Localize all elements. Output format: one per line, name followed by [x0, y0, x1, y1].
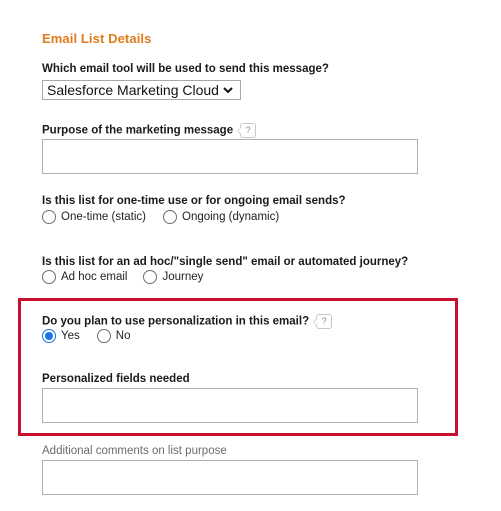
radio-journey[interactable] [143, 270, 158, 284]
email-tool-label: Which email tool will be used to send th… [42, 63, 329, 75]
radio-no-label[interactable]: No [116, 330, 131, 342]
purpose-textarea[interactable] [42, 139, 418, 174]
radio-no[interactable] [96, 329, 111, 343]
list-use-radio-group: One-time (static) Ongoing (dynamic) [42, 210, 279, 224]
personalization-label: Do you plan to use personalization in th… [42, 315, 310, 328]
radio-one-time[interactable] [42, 210, 56, 224]
email-tool-selected-value: Salesforce Marketing Cloud [47, 82, 219, 98]
help-icon[interactable]: ? [313, 314, 333, 329]
radio-journey-label[interactable]: Journey [162, 271, 203, 283]
radio-ad-hoc-label[interactable]: Ad hoc email [61, 271, 127, 283]
personalization-radio-group: Yes No [42, 329, 130, 343]
chevron-down-icon [223, 87, 233, 94]
help-icon[interactable]: ? [237, 123, 257, 138]
radio-ad-hoc[interactable] [42, 270, 56, 284]
radio-one-time-label[interactable]: One-time (static) [61, 211, 146, 223]
additional-comments-label: Additional comments on list purpose [42, 445, 227, 457]
additional-comments-textarea[interactable] [42, 460, 418, 495]
purpose-label: Purpose of the marketing message [42, 124, 234, 137]
personalization-label-row: Do you plan to use personalization in th… [42, 314, 333, 329]
radio-yes[interactable] [42, 329, 56, 343]
radio-ongoing[interactable] [163, 210, 177, 224]
radio-ongoing-label[interactable]: Ongoing (dynamic) [182, 211, 279, 223]
radio-yes-label[interactable]: Yes [61, 330, 80, 342]
purpose-label-row: Purpose of the marketing message? [42, 123, 257, 138]
email-tool-select[interactable]: Salesforce Marketing Cloud [42, 80, 241, 100]
send-type-label: Is this list for an ad hoc/"single send"… [42, 256, 409, 268]
send-type-radio-group: Ad hoc email Journey [42, 270, 203, 284]
personalized-fields-label: Personalized fields needed [42, 373, 190, 385]
list-use-label: Is this list for one-time use or for ong… [42, 195, 346, 207]
personalized-fields-textarea[interactable] [42, 388, 418, 423]
section-title: Email List Details [42, 31, 152, 46]
